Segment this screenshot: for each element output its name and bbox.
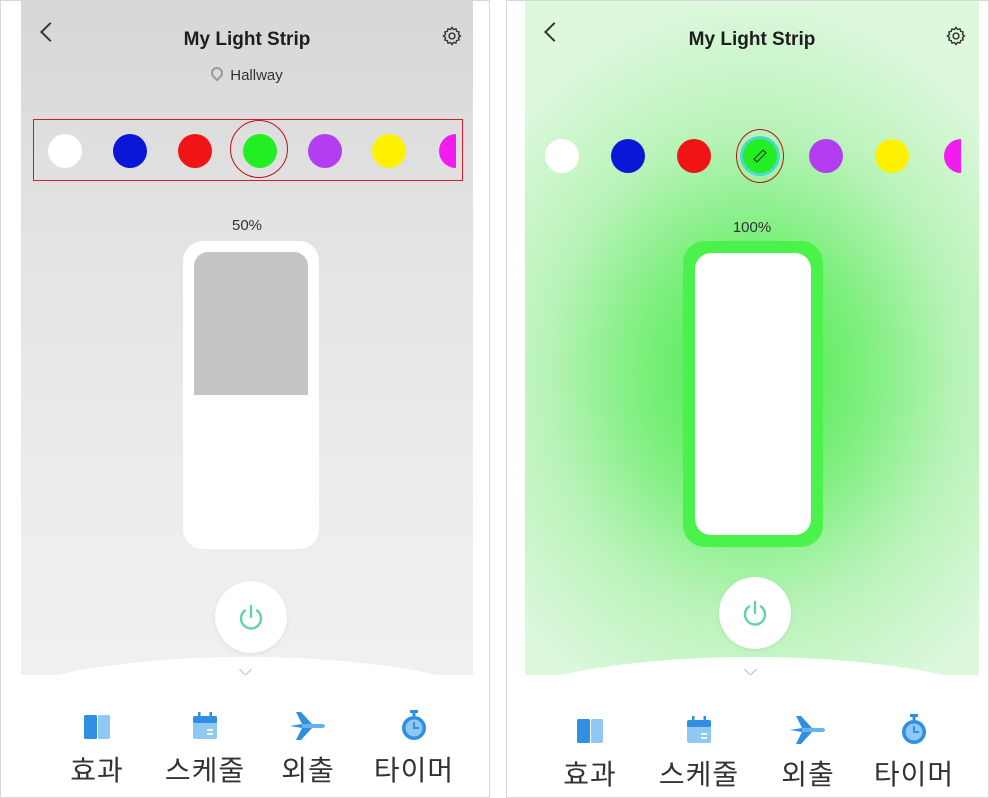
power-button[interactable]: [719, 577, 791, 649]
effects-icon: [84, 715, 110, 739]
left-screenshot: My Light Strip Hallway 50% 효과 스케줄 외출 타이머: [0, 0, 490, 798]
bottom-nav: 효과 스케줄 외출 타이머: [507, 713, 988, 797]
selected-color-ring: [230, 120, 288, 178]
nav-item-timer[interactable]: 타이머: [359, 709, 469, 789]
brightness-slider[interactable]: [183, 241, 319, 549]
nav-item-timer[interactable]: 타이머: [859, 713, 969, 793]
location-pin-icon: [208, 64, 226, 82]
color-swatch-red[interactable]: [677, 139, 711, 173]
light-control-screen: My Light Strip Hallway 50%: [21, 1, 473, 675]
brightness-percent: 100%: [732, 219, 772, 236]
nav-label: 타이머: [373, 754, 455, 787]
nav-item-away[interactable]: 외출: [753, 713, 863, 793]
right-screenshot: My Light Strip 100% 효과 스케줄 외출 타이머: [506, 0, 989, 798]
color-swatch-purple[interactable]: [308, 134, 342, 168]
brightness-level-area: [695, 253, 811, 535]
nav-label: 효과: [563, 758, 617, 791]
color-swatch-magenta[interactable]: [944, 139, 961, 173]
brightness-dimmed-area: [194, 252, 308, 395]
nav-label: 외출: [781, 758, 835, 791]
nav-label: 스케줄: [164, 754, 246, 787]
color-swatch-white[interactable]: [48, 134, 82, 168]
light-control-screen: My Light Strip 100%: [525, 1, 979, 675]
power-icon: [743, 600, 767, 626]
color-swatch-red[interactable]: [178, 134, 212, 168]
color-swatch-purple[interactable]: [809, 139, 843, 173]
selected-color-ring: [736, 129, 784, 183]
nav-item-effects[interactable]: 효과: [42, 709, 152, 789]
airplane-icon: [790, 716, 825, 744]
nav-item-schedule[interactable]: 스케줄: [150, 709, 260, 789]
gear-icon[interactable]: [441, 25, 463, 47]
page-title: My Light Strip: [688, 29, 816, 50]
brightness-percent: 50%: [231, 217, 263, 234]
nav-label: 외출: [281, 754, 335, 787]
nav-item-effects[interactable]: 효과: [535, 713, 645, 793]
brightness-slider[interactable]: [683, 241, 823, 547]
nav-label: 스케줄: [658, 758, 740, 791]
nav-label: 타이머: [873, 758, 955, 791]
nav-item-schedule[interactable]: 스케줄: [644, 713, 754, 793]
timer-icon: [402, 710, 426, 740]
color-swatch-yellow[interactable]: [875, 139, 909, 173]
color-swatch-blue[interactable]: [113, 134, 147, 168]
calendar-icon: [193, 712, 217, 739]
power-button[interactable]: [215, 581, 287, 653]
bottom-nav: 효과 스케줄 외출 타이머: [1, 709, 489, 797]
page-title: My Light Strip: [183, 29, 311, 50]
nav-item-away[interactable]: 외출: [253, 709, 363, 789]
gear-icon[interactable]: [945, 25, 967, 47]
airplane-icon: [290, 712, 325, 740]
timer-icon: [902, 714, 926, 744]
color-swatch-white[interactable]: [545, 139, 579, 173]
nav-label: 효과: [70, 754, 124, 787]
color-swatch-yellow[interactable]: [372, 134, 406, 168]
calendar-icon: [687, 716, 711, 743]
effects-icon: [577, 719, 603, 743]
power-icon: [239, 604, 263, 630]
color-swatch-blue[interactable]: [611, 139, 645, 173]
location-label: Hallway: [21, 64, 473, 84]
